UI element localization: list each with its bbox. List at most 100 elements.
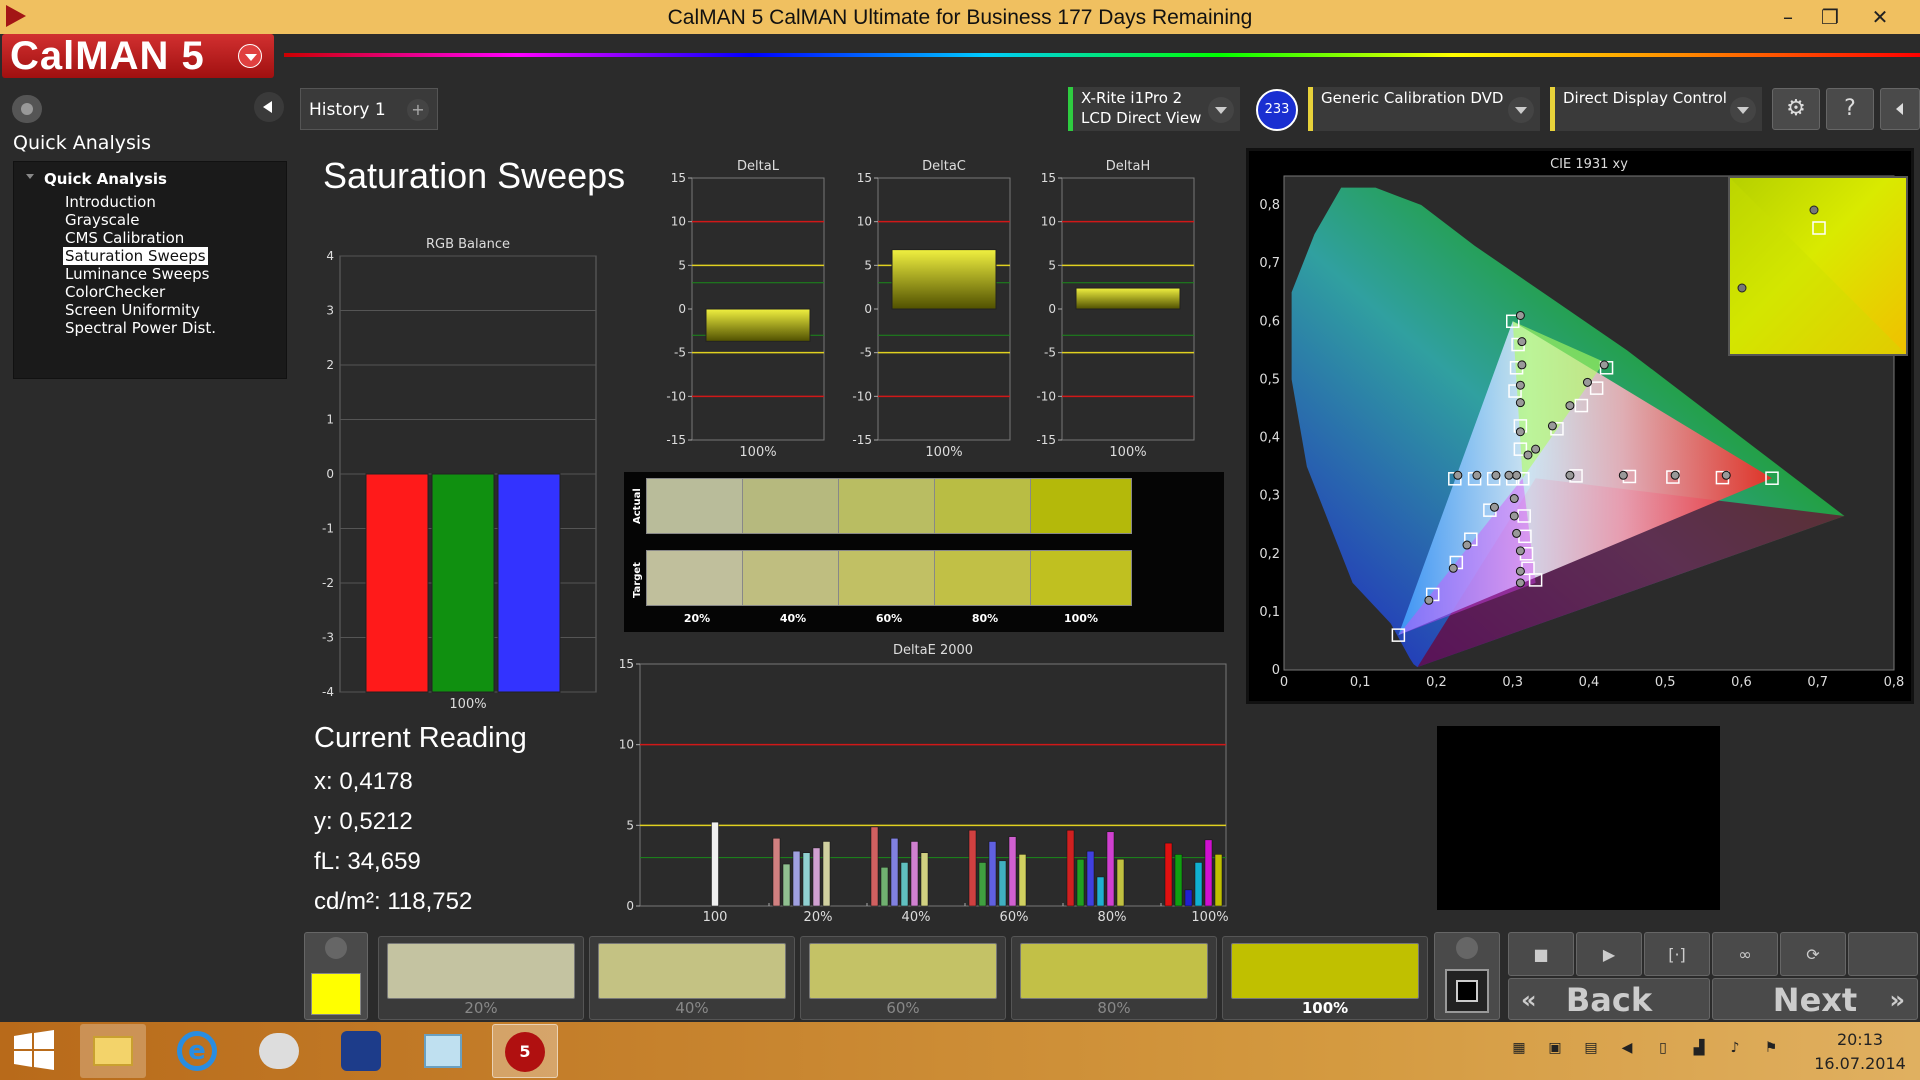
measured-point [1517, 360, 1527, 370]
notebook-icon[interactable] [410, 1024, 476, 1078]
display-selector[interactable]: Direct Display Control [1550, 87, 1762, 131]
sidebar-item-saturation-sweeps[interactable]: Saturation Sweeps [63, 247, 208, 265]
measured-point [1515, 310, 1525, 320]
signal-tray-icon[interactable]: ▟ [1688, 1040, 1710, 1058]
actual-row-label: Actual [632, 488, 643, 524]
play-icon[interactable]: ▶ [1576, 932, 1642, 976]
stop-icon[interactable]: ■ [1508, 932, 1574, 976]
delta-e-bar [890, 837, 899, 907]
delta-e-bar [772, 837, 781, 907]
measured-point [1565, 401, 1575, 411]
patch-color [1231, 943, 1419, 999]
y-tick-label: -1 [322, 522, 334, 536]
internet-explorer-icon[interactable]: e [164, 1024, 230, 1078]
file-explorer-icon[interactable] [80, 1024, 146, 1078]
tab-history-1[interactable]: History 1 + [300, 88, 438, 130]
settings-gear-icon[interactable]: ⚙ [1772, 88, 1820, 130]
chevron-down-icon[interactable] [1730, 97, 1756, 123]
continuous-icon[interactable]: ∞ [1712, 932, 1778, 976]
measured-point [1599, 360, 1609, 370]
expand-caret-icon[interactable] [26, 174, 34, 179]
calman-logo[interactable]: CalMAN 5 [2, 34, 274, 78]
chevron-up-icon[interactable] [325, 937, 347, 959]
y-tick-label: 2 [326, 358, 334, 372]
flag-tray-icon[interactable]: ⚑ [1760, 1040, 1782, 1058]
patch-button[interactable]: 20% [378, 936, 584, 1020]
cie-zoom-inset [1728, 176, 1908, 356]
measured-point [1448, 563, 1458, 573]
y-tick-label: 10 [857, 215, 872, 229]
sidebar-item-luminance-sweeps[interactable]: Luminance Sweeps [63, 265, 211, 283]
source-selector[interactable]: Generic Calibration DVD [1308, 87, 1540, 131]
next-button[interactable]: Next » [1712, 978, 1918, 1020]
chevron-down-icon[interactable] [1508, 97, 1534, 123]
network-tray-icon[interactable]: ▤ [1580, 1040, 1602, 1058]
device-tray-icon[interactable]: ▯ [1652, 1040, 1674, 1058]
nvidia-tray-icon[interactable]: ▣ [1544, 1040, 1566, 1058]
sidebar-item-grayscale[interactable]: Grayscale [63, 211, 142, 229]
measured-point [1531, 444, 1541, 454]
patch-button[interactable]: 80% [1011, 936, 1217, 1020]
patch-button[interactable]: 60% [800, 936, 1006, 1020]
tree-head[interactable]: Quick Analysis [44, 170, 167, 188]
paint-icon[interactable] [246, 1024, 312, 1078]
x-tick-label: 0,4 [1579, 675, 1600, 690]
add-tab-button[interactable]: + [407, 99, 429, 121]
patch-button[interactable]: 40% [589, 936, 795, 1020]
close-button[interactable]: ✕ [1858, 3, 1902, 31]
y-tick-label: 10 [671, 215, 686, 229]
sidebar-pin-icon[interactable] [12, 95, 42, 123]
cie-title: CIE 1931 xy [1550, 157, 1628, 172]
speaker-tray-icon[interactable]: ♪ [1724, 1040, 1746, 1058]
refresh-icon[interactable]: ⟳ [1780, 932, 1846, 976]
display-name: Direct Display Control [1563, 89, 1727, 107]
bar-R [365, 473, 429, 693]
x-tick-label: 0,1 [1350, 675, 1371, 690]
measured-point [1512, 470, 1522, 480]
clock-date[interactable]: 16.07.2014 [1800, 1054, 1920, 1073]
sidebar-item-introduction[interactable]: Introduction [63, 193, 158, 211]
clock-time[interactable]: 20:13 [1820, 1030, 1900, 1049]
y-tick-label: -3 [322, 631, 334, 645]
app-bars-icon[interactable] [328, 1024, 394, 1078]
y-tick-label: -5 [860, 346, 872, 360]
stop-panel[interactable] [1434, 932, 1500, 1020]
minimize-button[interactable]: – [1766, 3, 1810, 31]
current-x: x: 0,4178 [314, 768, 413, 795]
y-tick-label: -5 [1044, 346, 1056, 360]
sidebar-item-spectral-power-dist[interactable]: Spectral Power Dist. [63, 319, 218, 337]
bar-G [431, 473, 495, 693]
collapse-right-icon[interactable] [1880, 88, 1920, 130]
chevron-down-icon[interactable] [1208, 97, 1234, 123]
volume-tray-icon[interactable]: ◀ [1616, 1040, 1638, 1058]
measured-point [1512, 528, 1522, 538]
target-swatch [838, 550, 940, 606]
back-button[interactable]: « Back [1508, 978, 1710, 1020]
swatch-label: 100% [1064, 612, 1098, 625]
y-tick-label: 10 [619, 738, 634, 752]
patch-panel[interactable] [304, 932, 368, 1020]
restore-button[interactable]: ❐ [1808, 3, 1852, 31]
actual-swatch [646, 478, 748, 534]
logo-menu-icon[interactable] [238, 44, 262, 68]
patch-button[interactable]: 100% [1222, 936, 1428, 1020]
windows-start-icon[interactable] [12, 1030, 56, 1070]
sidebar-item-cms-calibration[interactable]: CMS Calibration [63, 229, 186, 247]
keyboard-tray-icon[interactable]: ▦ [1508, 1040, 1530, 1058]
help-icon[interactable]: ? [1826, 88, 1874, 130]
meter-selector[interactable]: X-Rite i1Pro 2 LCD Direct View [1068, 87, 1240, 131]
collapse-sidebar-icon[interactable] [254, 92, 284, 122]
sidebar-item-colorchecker[interactable]: ColorChecker [63, 283, 167, 301]
calman-taskbar-icon[interactable]: 5 [492, 1024, 558, 1078]
delta-e-bar [822, 841, 831, 907]
current-cd: cd/m²: 118,752 [314, 888, 473, 915]
chevron-up-icon[interactable] [1456, 937, 1478, 959]
extra-control-icon[interactable] [1848, 932, 1918, 976]
stop-record-icon[interactable] [1445, 969, 1489, 1013]
sidebar-item-screen-uniformity[interactable]: Screen Uniformity [63, 301, 202, 319]
meter-badge[interactable]: 233 [1256, 89, 1298, 131]
delta-e-bar [1174, 854, 1183, 907]
measure-range-icon[interactable]: [·] [1644, 932, 1710, 976]
y-tick-label: -15 [666, 433, 686, 447]
measured-point [1515, 578, 1525, 588]
